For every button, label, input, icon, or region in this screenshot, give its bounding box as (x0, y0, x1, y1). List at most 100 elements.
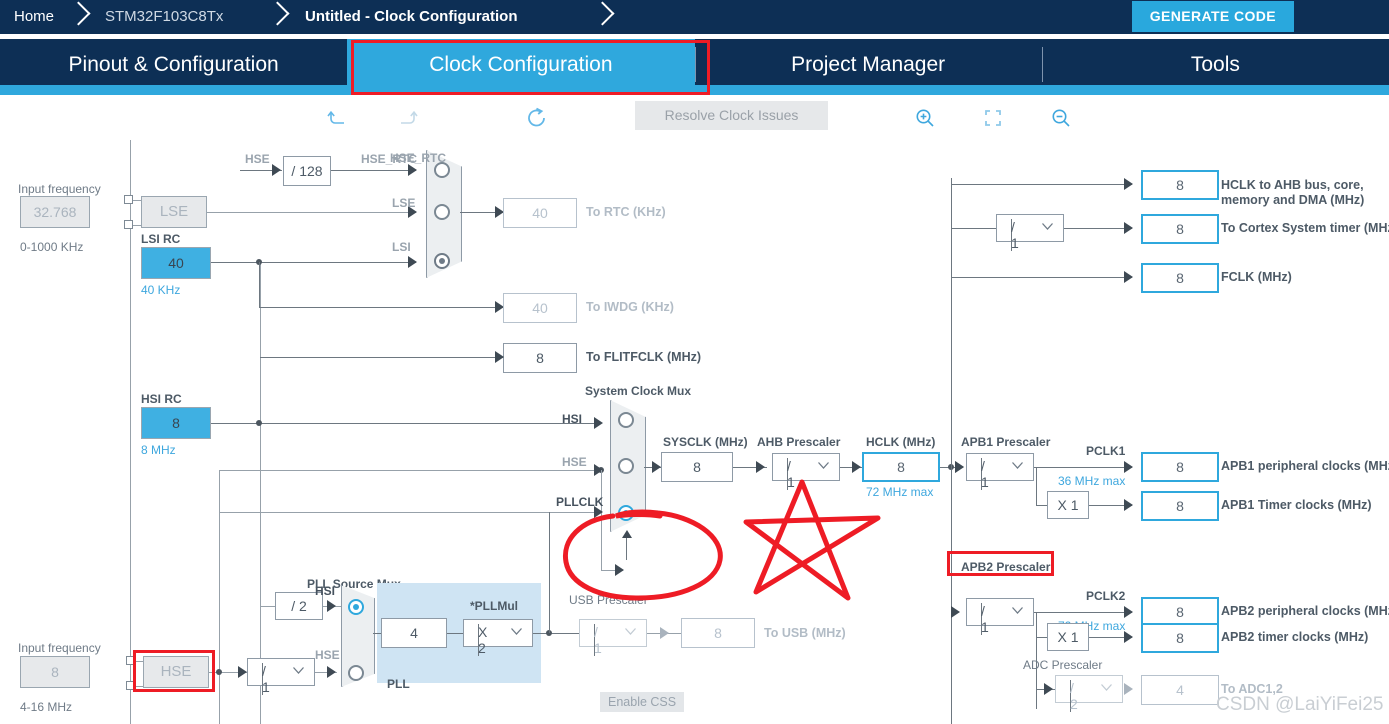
hclk-ahb-output-value[interactable]: 8 (1141, 170, 1219, 200)
junction-dot (216, 669, 222, 675)
pllmux-radio-hse[interactable] (348, 665, 364, 681)
sysmux-radio-hsi[interactable] (618, 412, 634, 428)
hse-source-box[interactable]: HSE (143, 656, 209, 688)
pllmul-title: *PLLMul (470, 599, 518, 613)
apb1-timer-value[interactable]: 8 (1141, 491, 1219, 521)
rtc-mux-radio-lsi[interactable] (434, 253, 450, 269)
chevron-down-icon (1101, 684, 1112, 691)
hsi-rc-title: HSI RC (141, 392, 182, 406)
apb2-timer-value[interactable]: 8 (1141, 623, 1219, 653)
generate-code-button[interactable]: GENERATE CODE (1131, 1, 1294, 32)
arrow-icon (1124, 631, 1133, 643)
redo-icon[interactable] (393, 104, 421, 132)
arrow-icon (327, 600, 336, 612)
undo-icon[interactable] (324, 104, 352, 132)
lsi-rc-title: LSI RC (141, 232, 181, 246)
breadcrumb-item-device[interactable]: STM32F103C8Tx (105, 0, 223, 34)
tab-tools[interactable]: Tools (1041, 39, 1389, 90)
sysmux-radio-pllclk[interactable] (618, 505, 634, 521)
breadcrumb-item-current[interactable]: Untitled - Clock Configuration (305, 0, 517, 34)
adc-prescaler-select[interactable]: / 2 (1055, 675, 1123, 712)
breadcrumb-item-home[interactable]: Home (14, 0, 54, 34)
zoom-in-icon[interactable] (911, 104, 939, 132)
hse-divider-input-label: HSE (245, 152, 270, 166)
arrow-icon (327, 666, 336, 678)
wire-hclk-to-fclk (951, 277, 1132, 278)
enable-css-button[interactable]: Enable CSS (600, 692, 685, 712)
apb1-prescaler-title: APB1 Prescaler (961, 435, 1051, 449)
tab-clock-configuration[interactable]: Clock Configuration (347, 39, 695, 90)
tab-pinout-configuration[interactable]: Pinout & Configuration (0, 39, 347, 90)
to-iwdg-value[interactable]: 40 (503, 293, 577, 323)
hse-input-frequency-field[interactable]: 8 (20, 656, 90, 688)
apb1-timer-multiplier[interactable]: X 1 (1047, 491, 1089, 519)
wire-pllclk-to-sysmux (219, 512, 601, 513)
pllmux-input-hse-label: HSE (315, 648, 340, 662)
arrow-icon (495, 351, 504, 363)
adc-output-value[interactable]: 4 (1141, 675, 1219, 705)
breadcrumb-bar: Home STM32F103C8Tx Untitled - Clock Conf… (0, 0, 1389, 34)
hclk-max-label: 72 MHz max (866, 485, 934, 499)
fit-to-screen-icon[interactable] (979, 104, 1007, 132)
usb-prescaler-value: / 1 (594, 624, 602, 656)
apb2-timer-label: APB2 timer clocks (MHz) (1221, 630, 1369, 644)
lse-input-frequency-field[interactable]: 32.768 (20, 196, 90, 228)
sysmux-radio-hse[interactable] (618, 458, 634, 474)
arrow-icon (1124, 461, 1133, 473)
lse-pad-1 (124, 195, 133, 204)
apb2-prescaler-select[interactable]: / 1 (966, 598, 1034, 635)
hse-pad-1 (126, 656, 135, 665)
hse-input-range: 4-16 MHz (20, 700, 73, 714)
arrow-icon (408, 164, 417, 176)
pll-hse-divider-value: / 1 (262, 663, 270, 695)
ahb-prescaler-value: / 1 (787, 458, 795, 490)
hse-pad-2 (126, 681, 135, 690)
zoom-out-icon[interactable] (1047, 104, 1075, 132)
rtc-mux-radio-hse-rtc[interactable] (434, 162, 450, 178)
chevron-down-icon (1042, 223, 1053, 230)
apb1-peripheral-label: APB1 peripheral clocks (MHz) (1221, 459, 1389, 473)
usb-output-value[interactable]: 8 (681, 618, 755, 648)
pll-input-value[interactable]: 4 (381, 618, 447, 648)
pllmux-radio-hsi[interactable] (348, 599, 364, 615)
to-flitfclk-label: To FLITFCLK (MHz) (586, 350, 702, 364)
pllmul-select[interactable]: X 2 (463, 619, 533, 656)
wire-hclk-to-ahb-out (951, 184, 1132, 185)
lse-source-box[interactable]: LSE (141, 196, 207, 228)
to-iwdg-label: To IWDG (KHz) (586, 300, 674, 314)
usb-prescaler-select[interactable]: / 1 (579, 619, 647, 656)
pll-hse-divider-select[interactable]: / 1 (247, 658, 315, 695)
adc-prescaler-value: / 2 (1070, 680, 1078, 712)
hse-rtc-divider-box[interactable]: / 128 (283, 156, 331, 186)
pll-label: PLL (387, 677, 410, 691)
wire-hclk-to-cortex-div (951, 228, 996, 229)
hclk-ahb-output-label-2: memory and DMA (MHz) (1221, 193, 1365, 207)
cortex-timer-prescaler-select[interactable]: / 1 (996, 214, 1064, 251)
rtc-mux-radio-lse[interactable] (434, 204, 450, 220)
chevron-down-icon (293, 667, 304, 674)
arrow-icon (1124, 178, 1133, 190)
reset-icon[interactable] (523, 104, 551, 132)
sysclk-title: SYSCLK (MHz) (663, 435, 748, 449)
wire-hse-to-sysmux (219, 470, 601, 471)
apb1-prescaler-select[interactable]: / 1 (966, 453, 1034, 490)
cortex-timer-output-value[interactable]: 8 (1141, 214, 1219, 244)
ahb-prescaler-select[interactable]: / 1 (772, 453, 840, 490)
arrow-icon (238, 666, 247, 678)
tab-project-manager[interactable]: Project Manager (694, 39, 1042, 90)
apb1-peripheral-value[interactable]: 8 (1141, 452, 1219, 482)
cortex-timer-output-label: To Cortex System timer (MHz) (1221, 221, 1389, 235)
fclk-output-value[interactable]: 8 (1141, 263, 1219, 293)
lsi-rc-value[interactable]: 40 (141, 247, 211, 279)
hclk-value[interactable]: 8 (862, 452, 940, 482)
junction-dot (256, 420, 262, 426)
arrow-icon (955, 461, 964, 473)
to-rtc-label: To RTC (KHz) (586, 205, 666, 219)
sysclk-value[interactable]: 8 (661, 452, 733, 482)
to-flitfclk-value[interactable]: 8 (503, 343, 577, 373)
apb2-timer-multiplier[interactable]: X 1 (1047, 623, 1089, 651)
resolve-clock-issues-button[interactable]: Resolve Clock Issues (635, 101, 828, 130)
apb2-peripheral-label: APB2 peripheral clocks (MHz) (1221, 604, 1389, 618)
to-rtc-value[interactable]: 40 (503, 198, 577, 228)
hsi-rc-value[interactable]: 8 (141, 407, 211, 439)
